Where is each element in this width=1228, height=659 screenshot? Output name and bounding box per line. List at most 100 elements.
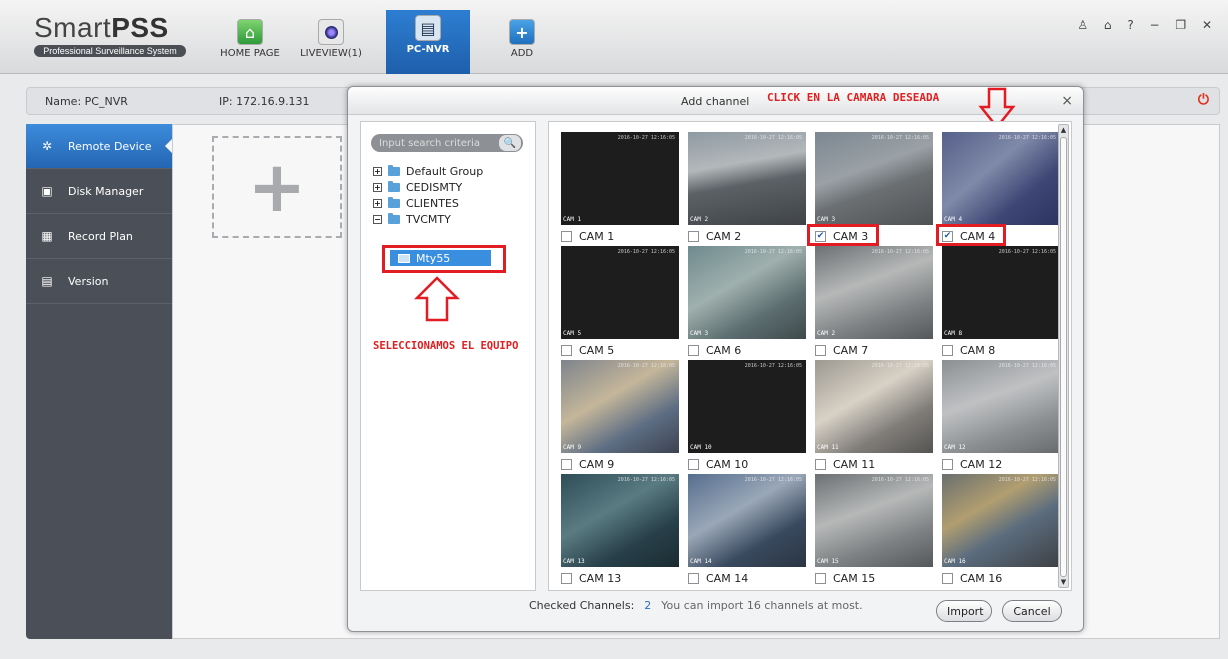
sidebar-item-disk-manager[interactable]: ▣ Disk Manager [26, 169, 172, 214]
power-icon[interactable]: ⏻ [1198, 92, 1209, 108]
camera-preview[interactable]: 2016-10-27 12:16:05 CAM 8 [942, 246, 1060, 339]
tab-add[interactable]: + ADD [492, 14, 552, 72]
top-bar: SmartPSS Professional Surveillance Syste… [0, 0, 1228, 74]
channel-cell-11[interactable]: 2016-10-27 12:16:05 CAM 11 CAM 11 [815, 360, 933, 474]
close-icon[interactable]: × [1061, 93, 1073, 109]
import-button[interactable]: Import [936, 600, 992, 622]
channel-checkbox[interactable] [815, 344, 826, 356]
channel-checkbox[interactable] [561, 230, 572, 242]
dialog-title-bar: Add channel × [348, 87, 1083, 115]
camera-preview[interactable]: 2016-10-27 12:16:05 CAM 3 [688, 246, 806, 339]
expand-icon[interactable]: + [373, 182, 382, 192]
brand-tagline: Professional Surveillance System [34, 45, 186, 57]
channel-cell-6[interactable]: 2016-10-27 12:16:05 CAM 3 CAM 6 [688, 246, 806, 360]
calendar-icon: ▦ [41, 229, 53, 243]
channel-cell-9[interactable]: 2016-10-27 12:16:05 CAM 9 CAM 9 [561, 360, 679, 474]
search-icon[interactable]: 🔍 [499, 135, 521, 151]
camera-preview[interactable]: 2016-10-27 12:16:05 CAM 2 [688, 132, 806, 225]
tree-node-default-group[interactable]: + Default Group [373, 164, 483, 178]
camera-preview[interactable]: 2016-10-27 12:16:05 CAM 14 [688, 474, 806, 567]
folder-icon [388, 164, 400, 176]
cancel-button[interactable]: Cancel [1002, 600, 1062, 622]
channel-checkbox[interactable] [688, 344, 699, 356]
channel-grid-scrollbar[interactable]: ▲ ▼ [1058, 124, 1069, 588]
tree-node-clientes[interactable]: + CLIENTES [373, 196, 459, 210]
camera-preview[interactable]: 2016-10-27 12:16:05 CAM 13 [561, 474, 679, 567]
channel-cell-1[interactable]: 2016-10-27 12:16:05 CAM 1 CAM 1 [561, 132, 679, 246]
camera-preview[interactable]: 2016-10-27 12:16:05 CAM 5 [561, 246, 679, 339]
annotation-highlight-cam-3 [807, 224, 879, 246]
channel-cell-7[interactable]: 2016-10-27 12:16:05 CAM 2 CAM 7 [815, 246, 933, 360]
camera-preview[interactable]: 2016-10-27 12:16:05 CAM 9 [561, 360, 679, 453]
tab-pc-nvr[interactable]: ▤ PC-NVR [386, 10, 470, 74]
camera-preview[interactable]: 2016-10-27 12:16:05 CAM 1 [561, 132, 679, 225]
channel-cell-15[interactable]: 2016-10-27 12:16:05 CAM 15 CAM 15 [815, 474, 933, 588]
channel-cell-2[interactable]: 2016-10-27 12:16:05 CAM 2 CAM 2 [688, 132, 806, 246]
camera-preview[interactable]: 2016-10-27 12:16:05 CAM 12 [942, 360, 1060, 453]
camera-preview[interactable]: 2016-10-27 12:16:05 CAM 4 [942, 132, 1060, 225]
tab-liveview[interactable]: LIVEVIEW(1) [290, 14, 372, 72]
channel-cell-13[interactable]: 2016-10-27 12:16:05 CAM 13 CAM 13 [561, 474, 679, 588]
camera-preview[interactable]: 2016-10-27 12:16:05 CAM 11 [815, 360, 933, 453]
nvr-icon: ▤ [415, 15, 441, 41]
channel-cell-4[interactable]: 2016-10-27 12:16:05 CAM 4 ✔ CAM 4 [936, 132, 1060, 246]
disk-icon: ▣ [41, 184, 53, 198]
camera-preview[interactable]: 2016-10-27 12:16:05 CAM 2 [815, 246, 933, 339]
channel-checkbox[interactable] [815, 458, 826, 470]
import-limit-hint: You can import 16 channels at most. [661, 599, 863, 612]
collapse-icon[interactable]: − [373, 214, 382, 224]
camera-lens-icon [318, 19, 344, 45]
channel-cell-14[interactable]: 2016-10-27 12:16:05 CAM 14 CAM 14 [688, 474, 806, 588]
channel-checkbox[interactable] [942, 458, 953, 470]
channel-checkbox[interactable] [688, 572, 699, 584]
add-device-tile[interactable]: + [212, 136, 342, 238]
channel-cell-12[interactable]: 2016-10-27 12:16:05 CAM 12 CAM 12 [942, 360, 1060, 474]
window-controls[interactable]: ♙ ⌂ ? − ❐ ✕ [1077, 18, 1218, 32]
sidebar-item-remote-device[interactable]: ✲ Remote Device [26, 124, 173, 169]
channel-checkbox[interactable] [688, 458, 699, 470]
expand-icon[interactable]: + [373, 198, 382, 208]
annotation-select-device: SELECCIONAMOS EL EQUIPO [373, 340, 519, 352]
expand-icon[interactable]: + [373, 166, 382, 176]
camera-preview[interactable]: 2016-10-27 12:16:05 CAM 10 [688, 360, 806, 453]
plus-icon: + [247, 146, 307, 228]
sidebar-item-record-plan[interactable]: ▦ Record Plan [26, 214, 172, 259]
channel-checkbox[interactable] [815, 572, 826, 584]
sidebar-item-version[interactable]: ▤ Version [26, 259, 172, 304]
channel-cell-8[interactable]: 2016-10-27 12:16:05 CAM 8 CAM 8 [942, 246, 1060, 360]
tree-node-tvcmty[interactable]: − TVCMTY [373, 212, 451, 226]
document-icon: ▤ [41, 274, 53, 288]
tree-node-cedismty[interactable]: + CEDISMTY [373, 180, 462, 194]
home-icon: ⌂ [237, 19, 263, 45]
sidebar: ✲ Remote Device ▣ Disk Manager ▦ Record … [26, 124, 173, 639]
channel-cell-3[interactable]: 2016-10-27 12:16:05 CAM 3 ✔ CAM 3 [807, 132, 933, 246]
camera-preview[interactable]: 2016-10-27 12:16:05 CAM 15 [815, 474, 933, 567]
tab-home-page[interactable]: ⌂ HOME PAGE [214, 14, 286, 72]
channel-cell-16[interactable]: 2016-10-27 12:16:05 CAM 16 CAM 16 [942, 474, 1060, 588]
annotation-highlight-device [382, 245, 506, 273]
dialog-title: Add channel [681, 95, 750, 108]
channel-checkbox[interactable] [688, 230, 699, 242]
channel-checkbox[interactable] [561, 458, 572, 470]
channel-checkbox[interactable] [561, 572, 572, 584]
scroll-up-icon[interactable]: ▲ [1059, 125, 1068, 135]
search-box: 🔍 [371, 134, 523, 152]
folder-icon [388, 212, 400, 224]
channel-cell-10[interactable]: 2016-10-27 12:16:05 CAM 10 CAM 10 [688, 360, 806, 474]
app-logo: SmartPSS Professional Surveillance Syste… [34, 12, 186, 57]
camera-preview[interactable]: 2016-10-27 12:16:05 CAM 16 [942, 474, 1060, 567]
camera-preview[interactable]: 2016-10-27 12:16:05 CAM 3 [815, 132, 933, 225]
scroll-down-icon[interactable]: ▼ [1059, 577, 1068, 587]
device-name: Name: PC_NVR [45, 95, 128, 108]
channel-grid-panel: 2016-10-27 12:16:05 CAM 1 CAM 1 2016-10-2… [548, 121, 1072, 591]
annotation-highlight-cam-4 [936, 224, 1006, 246]
channel-cell-5[interactable]: 2016-10-27 12:16:05 CAM 5 CAM 5 [561, 246, 679, 360]
channel-checkbox[interactable] [561, 344, 572, 356]
device-ip: IP: 172.16.9.131 [219, 95, 310, 108]
annotation-click-camera: CLICK EN LA CAMARA DESEADA [767, 91, 940, 104]
folder-icon [388, 180, 400, 192]
channel-checkbox[interactable] [942, 572, 953, 584]
channel-checkbox[interactable] [942, 344, 953, 356]
search-input[interactable] [379, 136, 494, 150]
scroll-thumb[interactable] [1060, 137, 1067, 577]
